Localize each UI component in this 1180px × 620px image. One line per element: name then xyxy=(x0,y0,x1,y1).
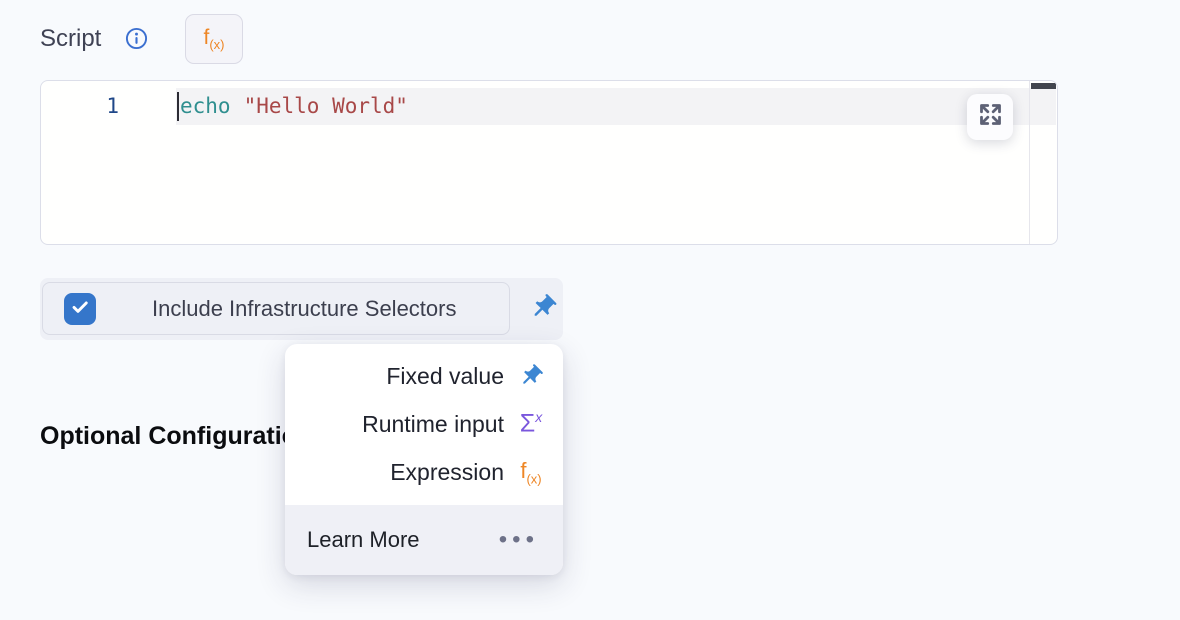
page: Script f(x) 1 echo "Hello World" xyxy=(0,0,1180,620)
editor-scrollbar-track xyxy=(1029,81,1030,244)
pin-icon xyxy=(510,355,552,397)
include-selectors-field: Include Infrastructure Selectors xyxy=(40,278,563,340)
script-field-label: Script xyxy=(40,25,101,53)
text-caret xyxy=(177,92,179,121)
ellipsis-icon: ••• xyxy=(499,505,539,575)
menu-item-expression[interactable]: Expression f(x) xyxy=(285,448,563,496)
expand-editor-button[interactable] xyxy=(967,94,1013,140)
value-type-menu-footer: Learn More ••• xyxy=(285,505,563,575)
fixed-value-type-button[interactable] xyxy=(520,278,563,340)
checkmark-icon xyxy=(69,296,91,323)
value-type-menu-list: Fixed value Runtime input Σx Expression … xyxy=(285,344,563,496)
value-type-menu: Fixed value Runtime input Σx Expression … xyxy=(285,344,563,575)
code-token-string: "Hello World" xyxy=(244,94,408,118)
include-infrastructure-selectors-checkbox[interactable] xyxy=(64,293,96,325)
learn-more-link[interactable]: Learn More xyxy=(307,527,420,553)
expression-type-toggle-button[interactable]: f(x) xyxy=(185,14,243,64)
pin-icon xyxy=(519,287,564,332)
editor-scrollbar-thumb[interactable] xyxy=(1031,83,1056,89)
fx-icon: f(x) xyxy=(203,26,224,52)
info-icon[interactable] xyxy=(125,27,148,50)
menu-item-fixed-value[interactable]: Fixed value xyxy=(285,352,563,400)
fx-icon: f(x) xyxy=(514,458,548,486)
code-token-command: echo xyxy=(180,94,231,118)
expand-icon xyxy=(977,101,1004,133)
script-code-editor[interactable]: 1 echo "Hello World" xyxy=(40,80,1058,245)
include-selectors-label: Include Infrastructure Selectors xyxy=(152,278,456,340)
line-number: 1 xyxy=(41,88,119,125)
sigma-icon: Σx xyxy=(514,409,548,438)
code-line[interactable]: echo "Hello World" xyxy=(180,88,408,125)
optional-configuration-heading: Optional Configuration xyxy=(40,422,312,451)
menu-item-runtime-input[interactable]: Runtime input Σx xyxy=(285,400,563,448)
